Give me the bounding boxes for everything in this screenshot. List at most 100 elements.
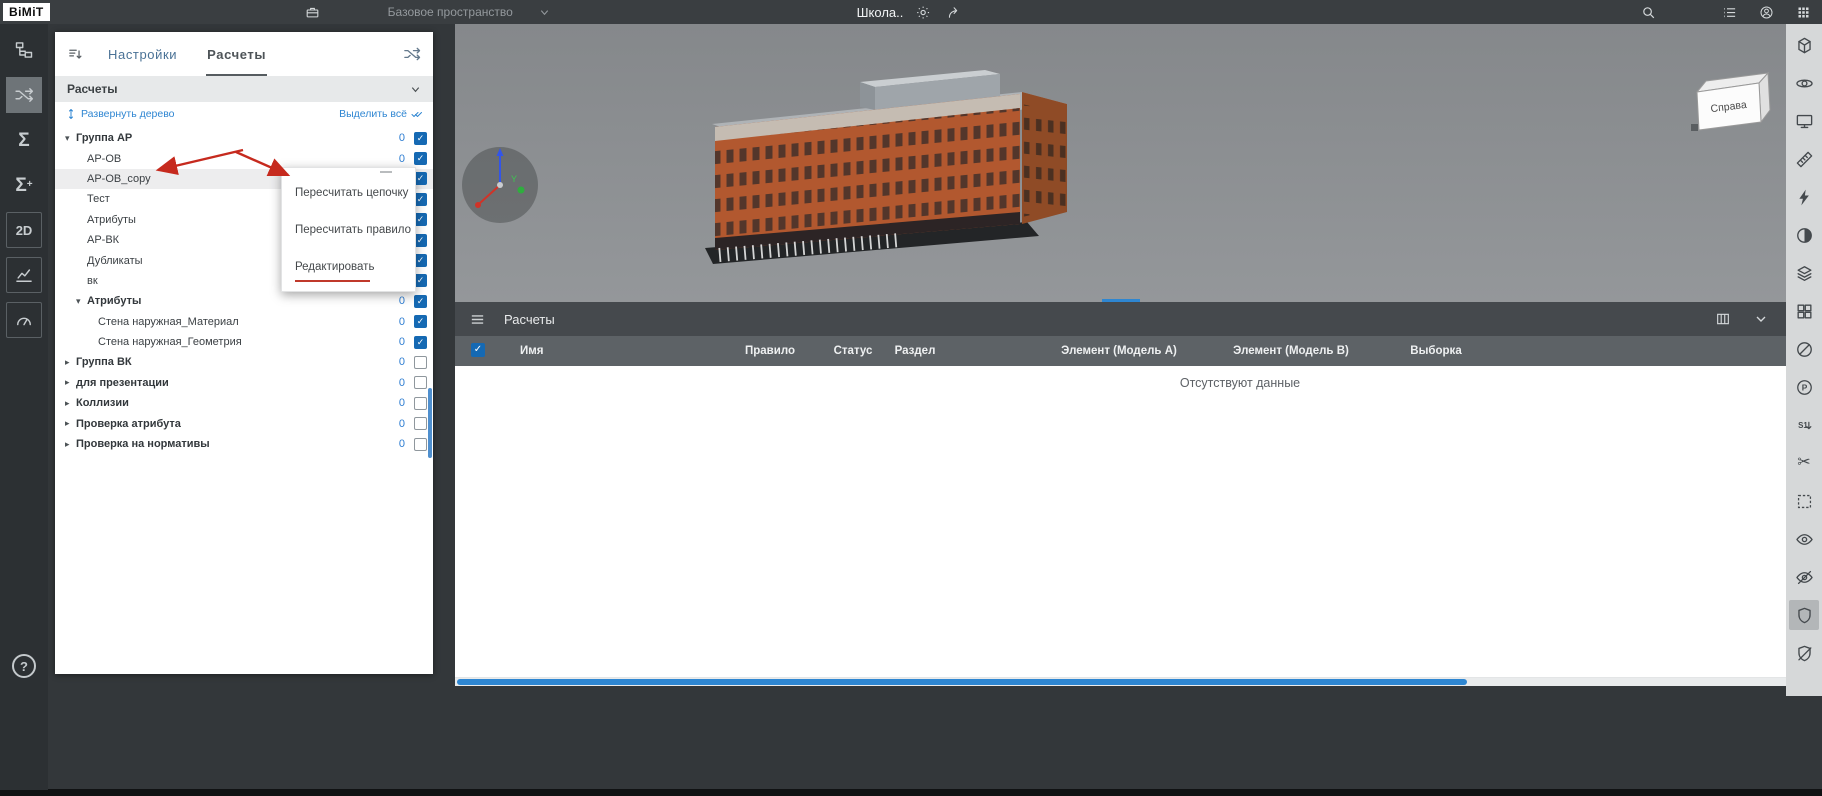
hide-eye-off-icon[interactable] — [1789, 562, 1819, 592]
collapse-chevron-icon[interactable] — [1750, 308, 1772, 330]
empty-table-message: Отсутствуют данные — [1179, 376, 1301, 390]
context-menu-items: Пересчитать цепочку Пересчитать правило Ре… — [282, 174, 415, 285]
expand-arrow-icon[interactable] — [65, 398, 76, 409]
grid-views-icon[interactable] — [1789, 296, 1819, 326]
horizontal-scrollbar-thumb[interactable] — [457, 679, 1467, 685]
tree-row[interactable]: Проверка на нормативы 0 — [55, 434, 433, 454]
navigation-cube[interactable]: Справа — [1685, 66, 1785, 146]
topbar: BiMiT Базовое пространство Школа.. — [0, 0, 1822, 24]
expand-arrow-icon[interactable] — [65, 357, 76, 368]
measure-ruler-icon[interactable] — [1789, 144, 1819, 174]
menu-drag-dash — [380, 171, 392, 173]
tree-row[interactable]: Коллизии 0 — [55, 393, 433, 413]
expand-arrow-icon[interactable] — [65, 439, 76, 450]
tree-row[interactable]: Группа АР 0 ✓ — [55, 128, 433, 148]
layers-icon[interactable] — [1789, 258, 1819, 288]
hamburger-icon[interactable] — [469, 311, 486, 328]
expand-tree-button[interactable]: Развернуть дерево — [65, 108, 175, 120]
apps-grid-icon[interactable] — [1792, 1, 1814, 23]
collapse-arrow-icon[interactable] — [76, 296, 87, 307]
sigma-plus-icon[interactable]: Σ+ — [6, 167, 42, 203]
orbit-icon[interactable] — [1789, 68, 1819, 98]
expand-arrow-icon[interactable] — [65, 377, 76, 388]
tree-item-label: Стена наружная_Геометрия — [98, 336, 242, 349]
model-tree-icon[interactable] — [6, 32, 42, 68]
plan-p-icon[interactable]: P — [1789, 372, 1819, 402]
list-options-icon[interactable] — [67, 46, 93, 63]
tree-item-label: Проверка атрибута — [76, 417, 181, 430]
tree-item-checkbox[interactable] — [414, 376, 427, 390]
tree-item-checkbox[interactable] — [414, 417, 427, 431]
expand-arrow-icon[interactable] — [65, 418, 76, 429]
tree-item-label: для презентации — [76, 376, 169, 389]
tree-row[interactable]: для презентации 0 — [55, 373, 433, 393]
graphs-icon[interactable] — [6, 257, 42, 293]
tab-calculations[interactable]: Расчеты — [192, 32, 281, 76]
double-check-icon — [411, 112, 422, 117]
tree-item-checkbox[interactable]: ✓ — [414, 152, 427, 166]
help-icon[interactable]: ? — [12, 654, 36, 678]
menu-list-icon[interactable] — [1718, 1, 1740, 23]
screen-icon[interactable] — [1789, 106, 1819, 136]
tree-row[interactable]: Группа ВК 0 — [55, 352, 433, 372]
contrast-icon[interactable] — [1789, 220, 1819, 250]
tree-item-checkbox[interactable] — [414, 355, 427, 369]
checks-shuffle-icon[interactable] — [6, 77, 42, 113]
tree-item-checkbox[interactable]: ✓ — [414, 315, 427, 329]
tree-item-label: Атрибуты — [87, 295, 142, 308]
tree-item-label: Группа АР — [76, 132, 133, 145]
vertical-scrollbar-thumb[interactable] — [428, 388, 432, 458]
tree-row[interactable]: Стена наружная_Материал 0 ✓ — [55, 312, 433, 332]
select-all-button[interactable]: Выделить всё — [339, 108, 423, 120]
chevron-down-icon — [540, 9, 548, 15]
section-circle-icon[interactable] — [1789, 334, 1819, 364]
shield-off-icon[interactable] — [1789, 638, 1819, 668]
tree-item-checkbox[interactable]: ✓ — [414, 131, 427, 145]
tree-item-label: вк — [87, 274, 98, 287]
tree-item-count: 0 — [398, 356, 405, 369]
tree-item-count: 0 — [398, 438, 405, 451]
context-menu-item[interactable]: Пересчитать цепочку — [282, 174, 415, 211]
gizmo-y-label: Y — [511, 174, 517, 184]
show-eye-icon[interactable] — [1789, 524, 1819, 554]
selection-box-icon[interactable] — [1789, 486, 1819, 516]
cut-scissors-icon[interactable]: ✂ — [1789, 448, 1819, 478]
shuffle-icon[interactable] — [403, 45, 421, 63]
tree-row[interactable]: Атрибуты 0 ✓ — [55, 291, 433, 311]
tree-item-checkbox[interactable] — [414, 437, 427, 451]
context-menu-item[interactable]: Пересчитать правило — [282, 211, 415, 248]
sigma-icon[interactable]: Σ — [6, 122, 42, 158]
table-body: Отсутствуют данные — [455, 366, 1786, 678]
storey-s1-icon[interactable]: S1 — [1789, 410, 1819, 440]
horizontal-scrollbar-track[interactable] — [455, 678, 1786, 686]
table-header-row: ✓ Имя Правило Статус Раздел Элемент (Модель … — [455, 336, 1786, 366]
tree-item-checkbox[interactable] — [414, 396, 427, 410]
section-collapse-header[interactable]: Расчеты — [55, 76, 433, 102]
quick-actions-lightning-icon[interactable] — [1789, 182, 1819, 212]
search-icon[interactable] — [1637, 1, 1659, 23]
axis-gizmo[interactable]: Y — [455, 140, 545, 230]
workspace-selector[interactable]: Базовое пространство — [388, 5, 550, 19]
tree-item-checkbox[interactable]: ✓ — [414, 335, 427, 349]
briefcase-icon[interactable] — [302, 1, 324, 23]
tree-row[interactable]: АР-ОВ 0 ✓ — [55, 148, 433, 168]
columns-icon[interactable] — [1712, 308, 1734, 330]
account-icon[interactable] — [1755, 1, 1777, 23]
viewport-3d-canvas[interactable]: Y Справа — [455, 24, 1786, 302]
share-icon[interactable] — [943, 1, 965, 23]
tree-row[interactable]: Стена наружная_Геометрия 0 ✓ — [55, 332, 433, 352]
tab-settings[interactable]: Настройки — [93, 32, 192, 76]
context-menu-item[interactable]: Редактировать — [282, 248, 415, 285]
column-header: Элемент (Модель B) — [1233, 345, 1349, 357]
workspace-label: Базовое пространство — [387, 5, 513, 19]
settings-gear-icon[interactable] — [912, 1, 934, 23]
tree-row[interactable]: Проверка атрибута 0 — [55, 413, 433, 433]
select-all-checkbox[interactable]: ✓ — [471, 343, 485, 357]
2d-view-icon[interactable]: 2D — [6, 212, 42, 248]
tree-item-checkbox[interactable]: ✓ — [414, 294, 427, 308]
collapse-arrow-icon[interactable] — [65, 133, 76, 144]
dashboard-gauge-icon[interactable] — [6, 302, 42, 338]
view-cube-icon[interactable] — [1789, 30, 1819, 60]
isolate-shield-icon[interactable] — [1789, 600, 1819, 630]
tree-item-count: 0 — [398, 132, 405, 145]
